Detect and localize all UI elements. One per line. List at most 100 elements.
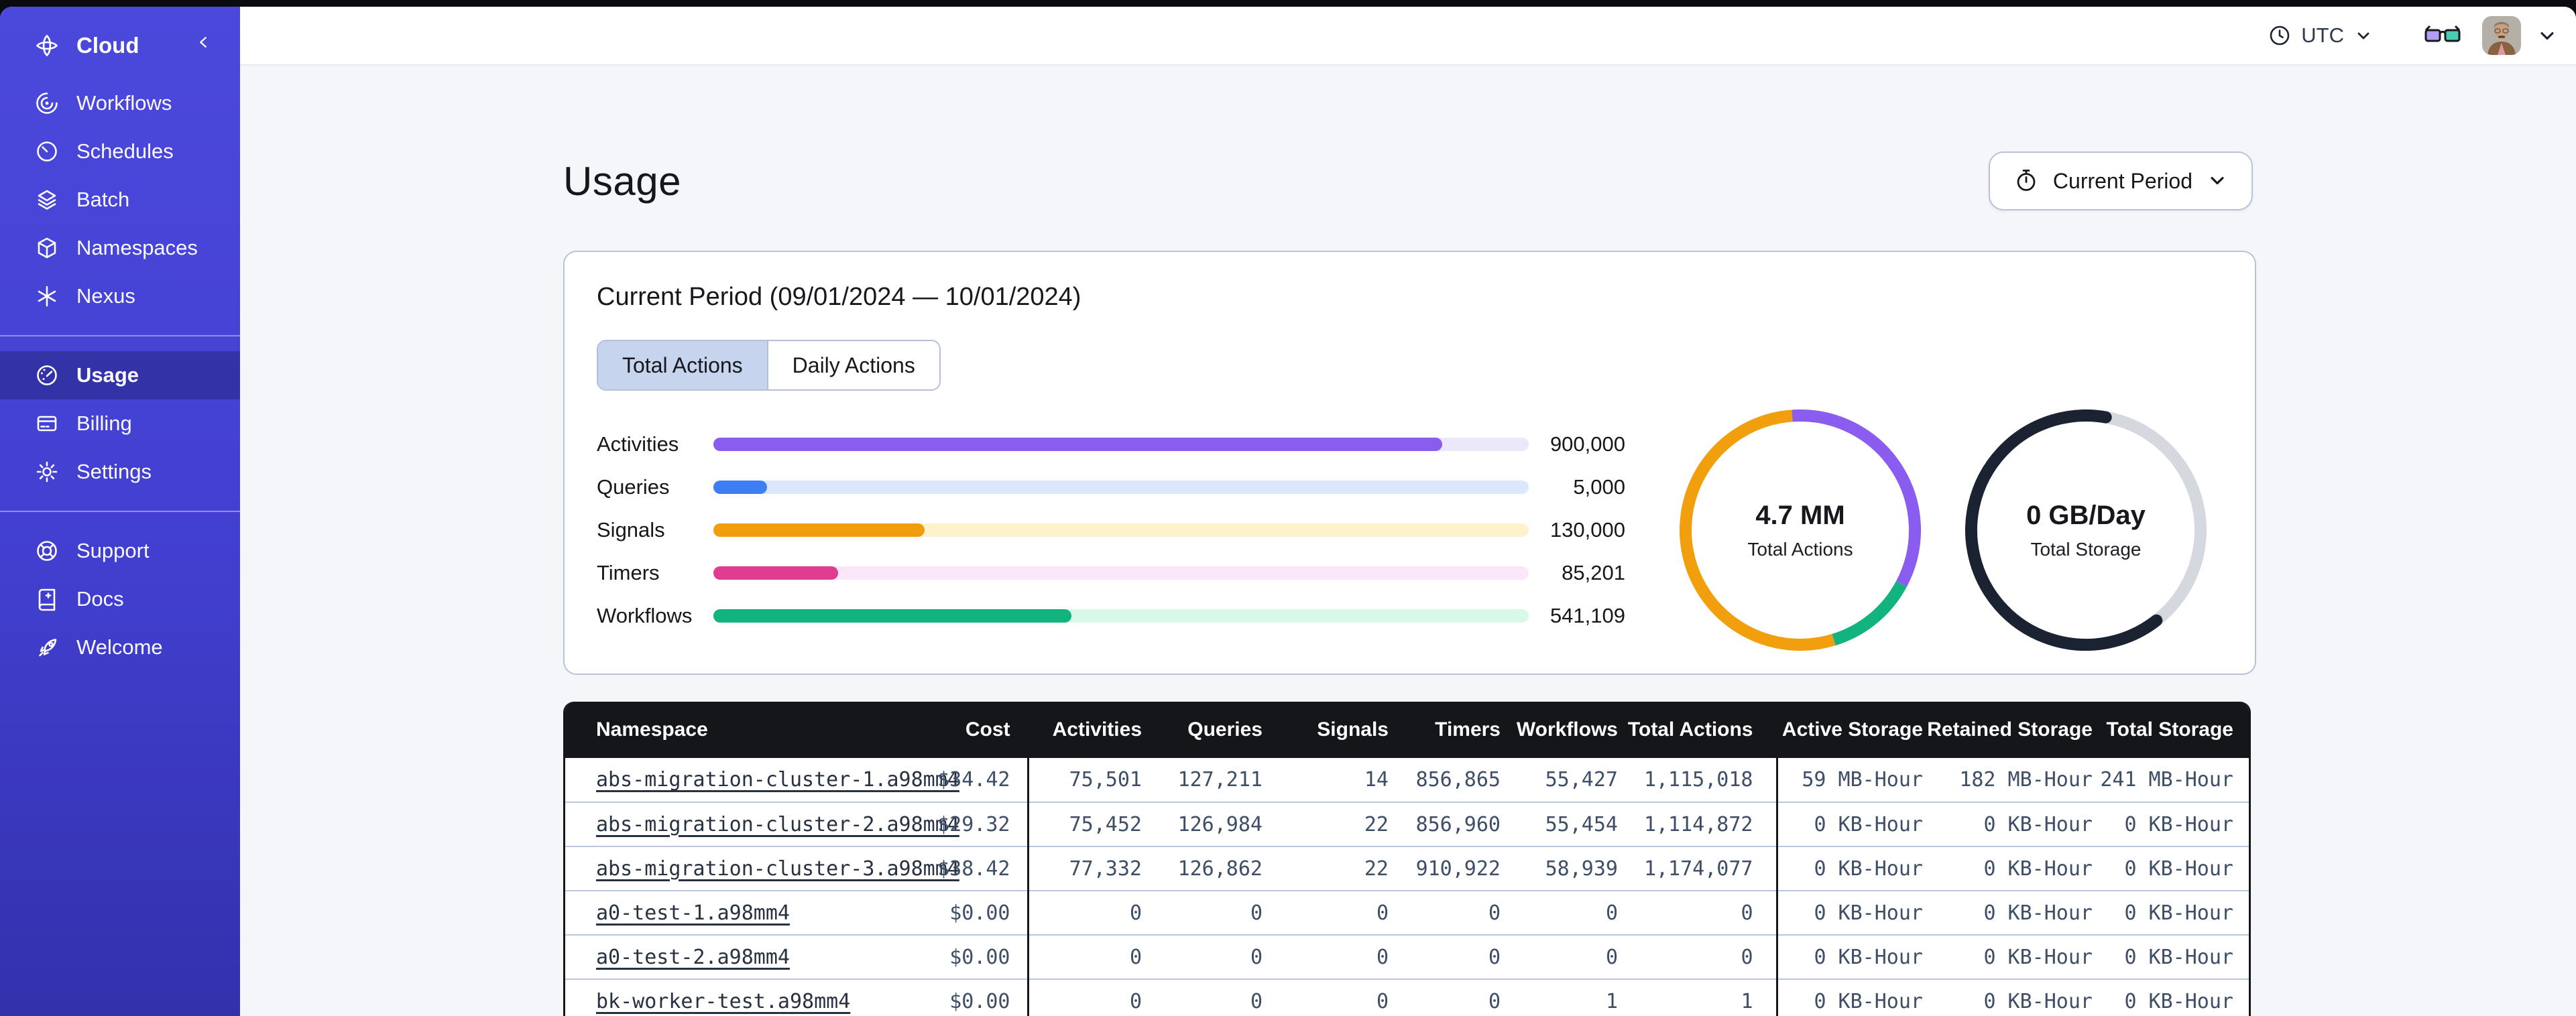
glasses-icon[interactable]: [2423, 23, 2462, 48]
bar-value: 5,000: [1573, 475, 1625, 499]
main-column: UTC Usage Current Period Current Period …: [240, 7, 2576, 1016]
temporal-logo-icon: [34, 32, 60, 59]
table-cell: 0 KB-Hour: [2093, 802, 2249, 847]
tab-total-actions[interactable]: Total Actions: [598, 341, 767, 389]
table-row: abs-migration-cluster-1.a98mm4 $34.42 75,5…: [565, 758, 2249, 803]
table-cell: 126,984: [1142, 802, 1263, 847]
tab-daily-actions[interactable]: Daily Actions: [766, 341, 939, 389]
actions-bar-chart: Activities 900,000 Queries 5,000 Signals 130,…: [597, 423, 1625, 637]
table-cell: 1,174,077: [1618, 846, 1777, 891]
sidebar-item-label: Usage: [76, 363, 139, 387]
column-header-queries: Queries: [1142, 702, 1263, 758]
timezone-selector[interactable]: UTC: [2268, 23, 2374, 48]
table-cell: 0: [1618, 891, 1777, 936]
topbar: UTC: [240, 7, 2576, 66]
sidebar-item-usage[interactable]: Usage: [0, 351, 240, 399]
namespaces-icon: [34, 235, 60, 261]
usage-icon: [34, 362, 60, 389]
sidebar-item-settings[interactable]: Settings: [0, 448, 240, 496]
bar-value: 85,201: [1562, 561, 1625, 584]
sidebar-brand[interactable]: Cloud: [0, 12, 240, 79]
sidebar-item-workflows[interactable]: Workflows: [0, 79, 240, 127]
avatar[interactable]: [2482, 16, 2521, 55]
bar-label: Timers: [597, 561, 660, 584]
bar-track: [713, 523, 1529, 537]
table-cell: 0: [1389, 935, 1501, 980]
brand-label: Cloud: [76, 33, 139, 58]
donut-title: 0 GB/Day: [2026, 500, 2146, 530]
donut-title: 4.7 MM: [1755, 500, 1845, 530]
table-cell: 0: [1263, 979, 1389, 1016]
sidebar-item-schedules[interactable]: Schedules: [0, 127, 240, 176]
sidebar-collapse-icon[interactable]: [193, 32, 213, 59]
table-cell: $0.00: [867, 979, 1028, 1016]
column-header-workflows: Workflows: [1501, 702, 1618, 758]
namespace-cell: a0-test-1.a98mm4: [565, 891, 867, 936]
sidebar-item-label: Nexus: [76, 284, 135, 308]
nexus-icon: [34, 283, 60, 310]
bar-track: [713, 609, 1529, 623]
namespace-link[interactable]: bk-worker-test.a98mm4: [596, 990, 850, 1013]
column-header-timers: Timers: [1389, 702, 1501, 758]
namespace-link[interactable]: abs-migration-cluster-1.a98mm4: [596, 768, 959, 791]
bar-value: 900,000: [1549, 432, 1625, 456]
account-menu-chevron-icon[interactable]: [2536, 24, 2559, 47]
table-cell: 0: [1263, 891, 1389, 936]
column-header-namespace: Namespace: [565, 702, 867, 758]
table-cell: 0: [1027, 891, 1142, 936]
table-row: abs-migration-cluster-2.a98mm4 $29.32 75,4…: [565, 802, 2249, 847]
bar-row-workflows: Workflows 541,109: [597, 594, 1625, 637]
namespace-link[interactable]: abs-migration-cluster-3.a98mm4: [596, 857, 959, 881]
table-cell: 241 MB-Hour: [2093, 758, 2249, 803]
table-cell: 0: [1263, 935, 1389, 980]
sidebar-item-nexus[interactable]: Nexus: [0, 272, 240, 320]
sidebar-footer-nav: Support Docs Welcome: [0, 527, 240, 672]
sidebar-item-billing[interactable]: Billing: [0, 399, 240, 448]
table-row: a0-test-1.a98mm4 $0.00 0 0 0 0 0 0 0 KB-Hour 0 KB…: [565, 891, 2249, 936]
table-cell: 0 KB-Hour: [1923, 846, 2093, 891]
bar-fill: [713, 609, 1071, 623]
sidebar-item-batch[interactable]: Batch: [0, 176, 240, 224]
table-cell: 0: [1027, 979, 1142, 1016]
bar-value: 130,000: [1549, 518, 1625, 542]
page-title: Usage: [563, 158, 681, 204]
sidebar-item-docs[interactable]: Docs: [0, 575, 240, 623]
bar-label: Workflows: [597, 604, 693, 627]
column-header-signals: Signals: [1263, 702, 1389, 758]
table-cell: 0 KB-Hour: [2093, 935, 2249, 980]
period-select-button[interactable]: Current Period: [1988, 151, 2253, 210]
namespace-link[interactable]: abs-migration-cluster-2.a98mm4: [596, 813, 959, 836]
table-cell: 0 KB-Hour: [1775, 846, 1923, 891]
sidebar-divider: [0, 335, 240, 336]
namespace-link[interactable]: a0-test-2.a98mm4: [596, 946, 790, 969]
sidebar-item-support[interactable]: Support: [0, 527, 240, 575]
column-header-retained-storage: Retained Storage: [1923, 702, 2093, 758]
donut-center: 4.7 MM Total Actions: [1680, 409, 1921, 651]
batch-icon: [34, 186, 60, 213]
sidebar-item-label: Billing: [76, 411, 132, 435]
table-cell: 77,332: [1027, 846, 1142, 891]
sidebar-account-nav: Usage Billing Settings: [0, 351, 240, 496]
namespace-link[interactable]: a0-test-1.a98mm4: [596, 901, 790, 925]
bar-track: [713, 438, 1529, 451]
table-cell: $0.00: [867, 891, 1028, 936]
table-cell: 182 MB-Hour: [1923, 758, 2093, 803]
sidebar-item-welcome[interactable]: Welcome: [0, 623, 240, 672]
sidebar-item-namespaces[interactable]: Namespaces: [0, 224, 240, 272]
bar-row-activities: Activities 900,000: [597, 423, 1625, 466]
table-cell: 0: [1501, 935, 1618, 980]
total-actions-donut: 4.7 MM Total Actions: [1680, 409, 1921, 651]
table-cell: 0 KB-Hour: [1923, 935, 2093, 980]
bar-row-signals: Signals 130,000: [597, 509, 1625, 552]
app-window: Cloud Workflows Schedules Batch Namespaces N…: [0, 7, 2576, 1016]
settings-icon: [34, 458, 60, 485]
namespace-cell: abs-migration-cluster-3.a98mm4: [565, 846, 959, 891]
table-cell: 0: [1142, 935, 1263, 980]
table-cell: 75,501: [1027, 758, 1142, 803]
clock-icon: [2268, 23, 2292, 48]
table-cell: 1: [1501, 979, 1618, 1016]
bar-track: [713, 481, 1529, 494]
table-cell: 22: [1263, 846, 1389, 891]
donut-subtitle: Total Actions: [1747, 538, 1853, 560]
sidebar-item-label: Docs: [76, 587, 124, 611]
